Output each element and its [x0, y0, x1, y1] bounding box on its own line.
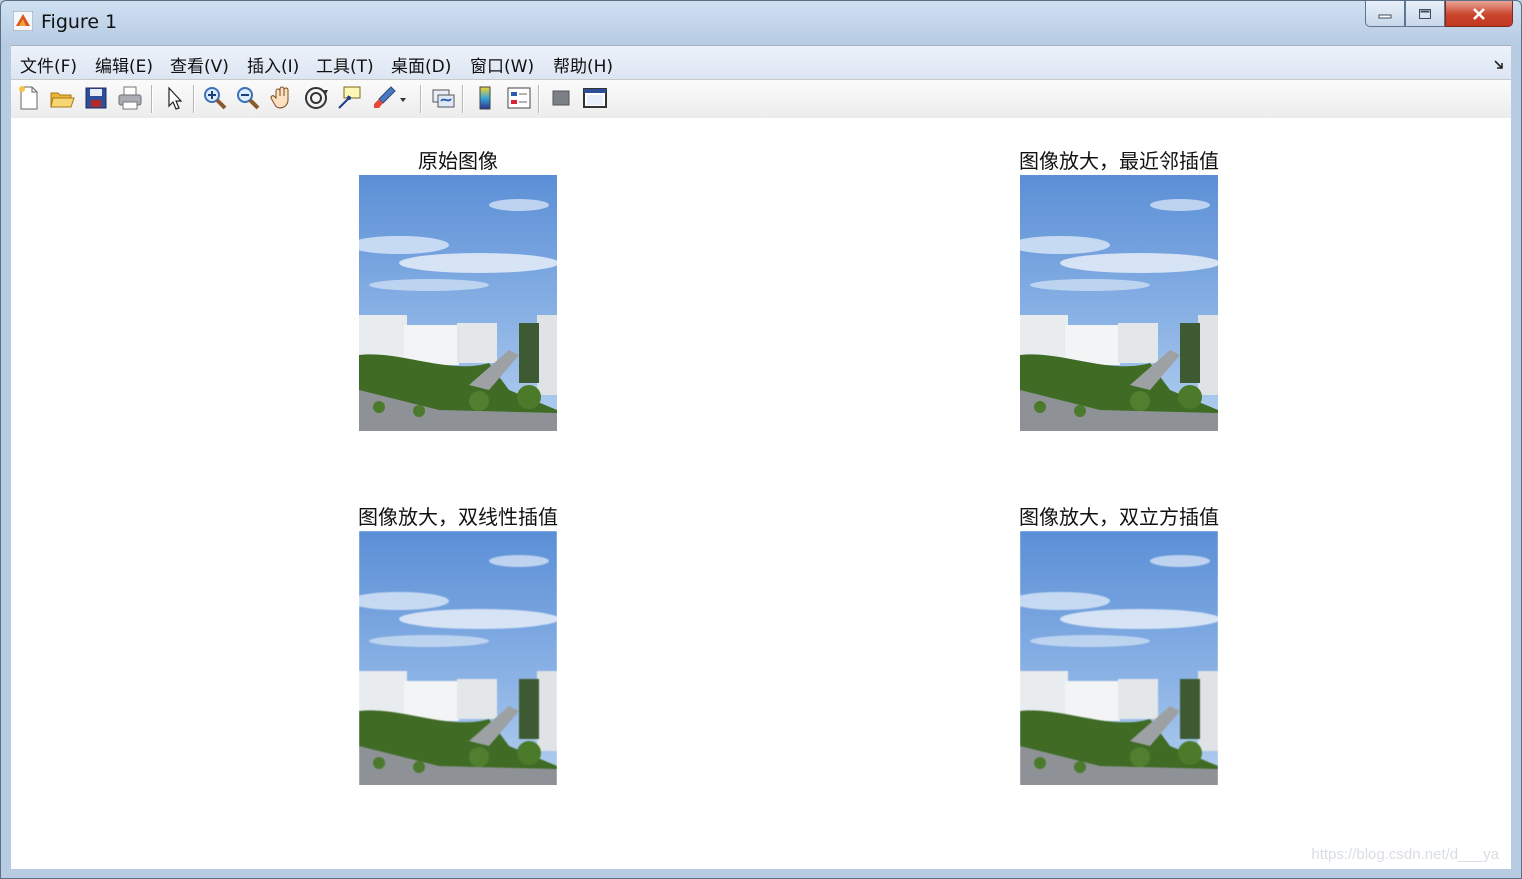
minimize-icon: [1378, 14, 1392, 18]
axes-title-nearest: 图像放大，最近邻插值: [1019, 149, 1219, 173]
hide-plot-tools-icon: [552, 90, 570, 106]
menu-view[interactable]: 查看(V): [170, 52, 229, 77]
data-cursor-icon: [338, 86, 361, 109]
matlab-logo-icon: [12, 10, 34, 32]
menu-bar: 文件(F) 编辑(E) 查看(V) 插入(I) 工具(T) 桌面(D) 窗口(W…: [11, 45, 1511, 80]
save-icon: [85, 87, 107, 109]
menu-help[interactable]: 帮助(H): [553, 52, 613, 77]
open-file-icon: [50, 92, 75, 108]
data-cursor-button[interactable]: [336, 84, 364, 112]
image-bicubic: [1020, 531, 1218, 785]
brush-button[interactable]: [370, 84, 398, 112]
menu-file[interactable]: 文件(F): [20, 52, 77, 77]
menu-tools[interactable]: 工具(T): [316, 52, 374, 77]
edit-plot-arrow-icon: [168, 86, 183, 110]
window-title: Figure 1: [41, 11, 118, 33]
pan-hand-icon: [270, 86, 289, 109]
menu-edit[interactable]: 编辑(E): [95, 52, 153, 77]
city-photo-bilinear: [359, 531, 557, 785]
open-file-button[interactable]: [48, 84, 76, 112]
brush-dropdown-button[interactable]: [398, 84, 408, 112]
rotate-3d-icon: [305, 87, 328, 109]
menu-window[interactable]: 窗口(W): [470, 52, 534, 77]
show-plot-tools-icon: [583, 88, 607, 108]
city-photo-original: [359, 175, 557, 431]
minimize-button[interactable]: [1365, 1, 1405, 27]
new-figure-button[interactable]: [15, 84, 43, 112]
new-figure-icon: [19, 86, 38, 110]
zoom-in-button[interactable]: [201, 84, 229, 112]
figure-window: Figure 1 文件(F) 编辑(E) 查看(V) 插入(I) 工具(T) 桌…: [0, 0, 1522, 879]
brush-icon: [374, 86, 396, 108]
print-icon: [118, 86, 142, 110]
axes-title-bicubic: 图像放大，双立方插值: [1019, 505, 1219, 529]
edit-plot-button[interactable]: [160, 84, 188, 112]
save-button[interactable]: [82, 84, 110, 112]
show-plot-tools-button[interactable]: [581, 84, 609, 112]
city-photo-bicubic: [1020, 531, 1218, 785]
figure-canvas: 原始图像 图像放大，最近邻插值 图像放大，双线性插值 图像放大，双立方插值 ht…: [11, 118, 1511, 869]
print-button[interactable]: [116, 84, 144, 112]
axes-title-original: 原始图像: [418, 149, 498, 173]
close-button[interactable]: [1445, 1, 1513, 27]
hide-plot-tools-button[interactable]: [547, 84, 575, 112]
close-icon: [1473, 7, 1485, 20]
chevron-down-icon: [400, 98, 406, 102]
rotate-3d-button[interactable]: [302, 84, 330, 112]
insert-colorbar-button[interactable]: [471, 84, 499, 112]
insert-colorbar-icon: [479, 86, 491, 110]
axes-title-bilinear: 图像放大，双线性插值: [358, 505, 558, 529]
link-plot-icon: [432, 89, 455, 108]
city-photo-nearest: [1020, 175, 1218, 431]
dock-arrow-icon[interactable]: [1493, 55, 1505, 69]
maximize-icon: [1419, 8, 1431, 19]
pan-button[interactable]: [268, 84, 296, 112]
zoom-out-button[interactable]: [234, 84, 262, 112]
insert-legend-button[interactable]: [505, 84, 533, 112]
menu-desktop[interactable]: 桌面(D): [391, 52, 451, 77]
image-nearest: [1020, 175, 1218, 431]
image-original: [359, 175, 557, 431]
insert-legend-icon: [507, 87, 531, 109]
image-bilinear: [359, 531, 557, 785]
watermark: https://blog.csdn.net/d___ya: [1311, 846, 1499, 863]
figure-toolbar: [11, 79, 1511, 119]
zoom-out-icon: [237, 87, 260, 110]
link-plot-button[interactable]: [429, 84, 457, 112]
maximize-button[interactable]: [1405, 1, 1445, 27]
zoom-in-icon: [204, 87, 227, 110]
title-bar[interactable]: Figure 1: [1, 1, 1521, 43]
menu-insert[interactable]: 插入(I): [247, 52, 299, 77]
